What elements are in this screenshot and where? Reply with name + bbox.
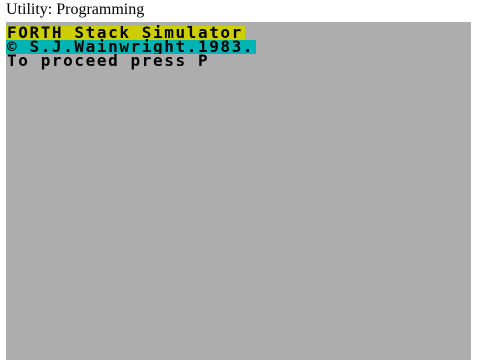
instruction-line: To proceed press P (6, 51, 212, 70)
page-caption: Utility: Programming (6, 1, 145, 18)
emulator-screen: FORTH Stack Simulator © S.J.Wainwright.1… (6, 22, 471, 360)
